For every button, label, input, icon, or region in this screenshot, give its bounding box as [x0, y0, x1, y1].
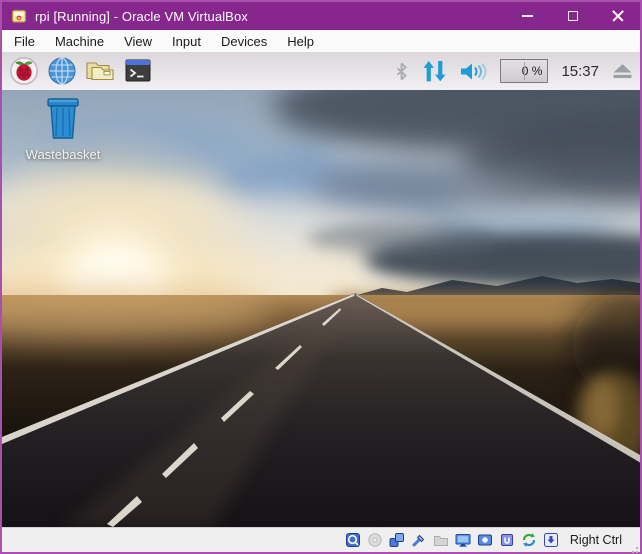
- mouse-integration-status-icon[interactable]: [521, 532, 538, 549]
- vbox-statusbar: Right Ctrl: [2, 527, 640, 552]
- titlebar[interactable]: rpi [Running] - Oracle VM VirtualBox: [2, 2, 640, 30]
- file-manager-button[interactable]: [84, 55, 116, 87]
- web-browser-button[interactable]: [46, 55, 78, 87]
- trash-can-icon: [39, 95, 87, 143]
- guest-desktop[interactable]: Wastebasket: [2, 90, 640, 527]
- close-icon: [612, 10, 624, 22]
- features-status-icon[interactable]: [499, 532, 516, 549]
- terminal-button[interactable]: [122, 55, 154, 87]
- cpu-monitor[interactable]: 0 %: [500, 59, 548, 83]
- resize-grip[interactable]: [636, 547, 638, 549]
- clock[interactable]: 15:37: [561, 63, 599, 80]
- usb-devices-status-icon[interactable]: [411, 532, 428, 549]
- menu-input[interactable]: Input: [162, 32, 211, 51]
- close-button[interactable]: [595, 2, 640, 30]
- minimize-button[interactable]: [505, 2, 550, 30]
- bluetooth-icon: [395, 61, 408, 82]
- up-down-arrows-icon: [423, 61, 446, 82]
- eject-button[interactable]: [612, 63, 632, 80]
- wastebasket-desktop-icon[interactable]: Wastebasket: [20, 95, 106, 162]
- recording-status-icon[interactable]: [477, 532, 494, 549]
- folders-icon: [84, 56, 116, 86]
- menubar: File Machine View Input Devices Help: [2, 30, 640, 52]
- menu-file[interactable]: File: [4, 32, 45, 51]
- window-title: rpi [Running] - Oracle VM VirtualBox: [35, 9, 248, 24]
- guest-taskbar: 0 % 15:37: [2, 52, 640, 90]
- maximize-icon: [568, 11, 578, 21]
- display-status-icon[interactable]: [455, 532, 472, 549]
- menu-view[interactable]: View: [114, 32, 162, 51]
- raspberry-icon: [9, 56, 39, 86]
- network-adapters-status-icon[interactable]: [389, 532, 406, 549]
- menu-devices[interactable]: Devices: [211, 32, 277, 51]
- terminal-icon: [123, 56, 153, 86]
- maximize-button[interactable]: [550, 2, 595, 30]
- virtualbox-icon: [11, 8, 27, 24]
- menu-machine[interactable]: Machine: [45, 32, 114, 51]
- applications-menu-button[interactable]: [8, 55, 40, 87]
- keyboard-capture-status-icon[interactable]: [543, 532, 560, 549]
- menu-help[interactable]: Help: [277, 32, 324, 51]
- network-button[interactable]: [422, 63, 446, 80]
- optical-drives-status-icon[interactable]: [367, 532, 384, 549]
- volume-button[interactable]: [459, 63, 487, 80]
- bluetooth-button[interactable]: [393, 63, 409, 80]
- host-key-label: Right Ctrl: [570, 533, 622, 547]
- wastebasket-label: Wastebasket: [26, 147, 101, 162]
- minimize-icon: [522, 15, 533, 17]
- speaker-icon: [460, 61, 487, 82]
- shared-folders-status-icon[interactable]: [433, 532, 450, 549]
- panel-tray: 0 % 15:37: [393, 59, 632, 83]
- virtualbox-window: rpi [Running] - Oracle VM VirtualBox Fil…: [0, 0, 642, 554]
- globe-icon: [47, 56, 77, 86]
- eject-icon: [613, 64, 632, 79]
- hard-disks-status-icon[interactable]: [345, 532, 362, 549]
